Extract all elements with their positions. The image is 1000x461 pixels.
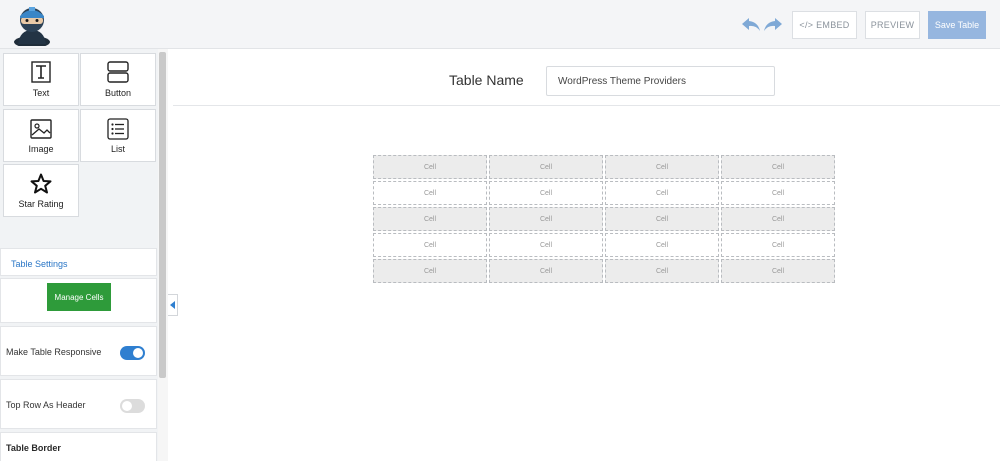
redo-icon[interactable]	[763, 16, 783, 34]
top-toolbar: </> EMBED PREVIEW Save Table	[0, 0, 1000, 49]
element-label: Image	[28, 144, 54, 154]
table-cell[interactable]: Cell	[373, 181, 487, 205]
collapse-sidebar-button[interactable]	[168, 294, 178, 316]
element-label: List	[110, 144, 125, 154]
list-icon	[107, 118, 129, 140]
table-cell[interactable]: Cell	[373, 155, 487, 179]
table-cell[interactable]: Cell	[373, 207, 487, 231]
element-list-tile[interactable]: List	[80, 109, 156, 162]
element-label: Text	[32, 88, 50, 98]
table-name-input[interactable]: WordPress Theme Providers	[546, 66, 775, 96]
manage-cells-button[interactable]: Manage Cells	[47, 283, 111, 311]
element-label: Star Rating	[18, 199, 64, 209]
table-cell[interactable]: Cell	[373, 233, 487, 257]
top-row-header-label: Top Row As Header	[6, 400, 86, 410]
table-cell[interactable]: Cell	[721, 207, 835, 231]
table-name-label: Table Name	[449, 72, 524, 88]
divider	[173, 105, 1000, 106]
element-label: Button	[104, 88, 132, 98]
top-row-header-toggle[interactable]	[120, 399, 145, 413]
preview-button[interactable]: PREVIEW	[865, 11, 920, 39]
table-cell[interactable]: Cell	[721, 233, 835, 257]
table-cell[interactable]: Cell	[605, 181, 719, 205]
table-cell[interactable]: Cell	[489, 155, 603, 179]
sidebar-scrollbar[interactable]	[159, 52, 166, 378]
table-cell[interactable]: Cell	[373, 259, 487, 283]
table-cell[interactable]: Cell	[489, 207, 603, 231]
table-cell[interactable]: Cell	[605, 155, 719, 179]
table-cell[interactable]: Cell	[721, 181, 835, 205]
table-cell[interactable]: Cell	[721, 155, 835, 179]
element-button-tile[interactable]: Button	[80, 53, 156, 106]
undo-icon[interactable]	[741, 16, 761, 34]
table-cell[interactable]: Cell	[489, 181, 603, 205]
image-icon	[30, 119, 52, 139]
table-cell[interactable]: Cell	[605, 259, 719, 283]
table-cell[interactable]: Cell	[489, 259, 603, 283]
element-star-rating-tile[interactable]: Star Rating	[3, 164, 79, 217]
table-settings-title: Table Settings	[11, 259, 68, 269]
table-cell[interactable]: Cell	[721, 259, 835, 283]
table-cell[interactable]: Cell	[605, 233, 719, 257]
responsive-toggle[interactable]	[120, 346, 145, 360]
chevron-left-icon	[169, 301, 175, 309]
ninja-logo	[14, 7, 50, 46]
table-grid: Cell Cell Cell Cell Cell Cell Cell Cell Cell Cell…	[373, 155, 835, 285]
table-cell[interactable]: Cell	[489, 233, 603, 257]
element-image-tile[interactable]: Image	[3, 109, 79, 162]
star-icon	[30, 173, 52, 194]
table-settings-header[interactable]: Table Settings	[0, 248, 157, 276]
button-icon	[107, 61, 129, 83]
responsive-label: Make Table Responsive	[6, 347, 102, 357]
element-text-tile[interactable]: Text	[3, 53, 79, 106]
embed-button[interactable]: </> EMBED	[792, 11, 857, 39]
text-icon	[31, 61, 51, 83]
table-cell[interactable]: Cell	[605, 207, 719, 231]
save-table-button[interactable]: Save Table	[928, 11, 986, 39]
table-border-label: Table Border	[6, 443, 61, 453]
